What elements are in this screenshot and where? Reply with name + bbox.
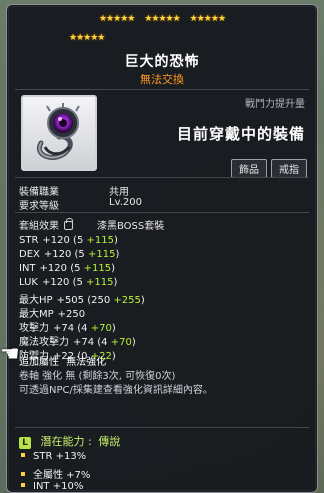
stat-name: DEX: [19, 249, 40, 260]
divider: [15, 427, 309, 428]
stat-row: 魔法攻擊力 +74 (4 +70): [19, 333, 136, 348]
category-tags: 飾品 戒指: [231, 159, 307, 178]
stat-value: +120 (5: [41, 277, 87, 288]
divider: [15, 212, 309, 213]
level-value: Lv.200: [109, 197, 142, 208]
level-label: 要求等級: [19, 201, 59, 212]
lock-icon: [64, 218, 74, 230]
potential-line: INT +10%: [21, 481, 83, 492]
level-row: 要求等級 Lv.200: [19, 197, 142, 212]
star-icon-group: ★★★★★: [189, 14, 226, 24]
trade-restriction: 無法交換: [140, 73, 184, 86]
item-tooltip: ★★★★★ ★★★★★ ★★★★★ ★★★★★ 巨大的恐怖 無法交換 戰鬥力提升…: [6, 4, 318, 493]
stat-close: ): [140, 295, 145, 306]
potential-line-text: INT +10%: [33, 481, 84, 492]
bullet-icon: [21, 483, 25, 487]
stat-value: +120 (5: [42, 235, 87, 246]
stat-bonus: +115: [83, 263, 112, 274]
job-row: 裝備職業 共用: [19, 183, 129, 198]
stat-value: +120 (5: [39, 263, 84, 274]
stat-close: ): [131, 337, 136, 348]
power-increase-label: 戰鬥力提升量: [245, 99, 305, 110]
stat-close: ): [113, 277, 118, 288]
star-icon-group: ★★★★★: [98, 14, 135, 24]
scroll-info: 卷軸 強化 無 (剩餘3次, 可恢復0次): [19, 371, 176, 382]
stat-row: DEX +120 (5 +115): [19, 249, 119, 260]
bullet-icon: [21, 453, 25, 457]
tag-ring: 戒指: [271, 159, 307, 178]
set-effect-label: 套組效果: [19, 221, 59, 232]
stat-close: ): [115, 249, 120, 260]
stat-name: STR: [19, 235, 39, 246]
stat-row: 最大MP +250: [19, 305, 85, 320]
stat-bonus: +255: [113, 295, 141, 306]
star-icon-group: ★★★★★: [144, 14, 180, 24]
additional-attr-row: 追加屬性 無法強化: [19, 353, 106, 368]
enhance-note: 可透過NPC/採集建查看強化資訊詳細內容。: [19, 385, 213, 396]
current-equipped-label: 目前穿戴中的裝備: [176, 125, 305, 143]
star-force-row-2: ★★★★★: [7, 33, 317, 43]
set-effect-value: 漆黑BOSS套裝: [97, 221, 165, 232]
stat-close: ): [111, 263, 116, 274]
tag-accessory: 飾品: [231, 159, 267, 178]
stat-name: LUK: [19, 277, 38, 288]
stat-close: ): [113, 235, 118, 246]
job-label: 裝備職業: [19, 187, 59, 198]
item-name: 巨大的恐怖: [124, 54, 200, 70]
star-icon-group: ★★★★★: [69, 33, 105, 43]
item-icon-frame: [21, 95, 97, 171]
divider: [15, 89, 309, 90]
potential-line: STR +13%: [21, 451, 86, 462]
stat-row: INT +120 (5 +115): [19, 263, 115, 274]
stat-bonus: +115: [86, 277, 114, 288]
potential-label: 潛在能力 :: [40, 435, 92, 448]
stat-close: ): [111, 351, 116, 362]
stat-bonus: +115: [87, 249, 116, 260]
stat-row: 攻擊力 +74 (4 +70): [19, 319, 116, 334]
ring-icon: [36, 103, 80, 160]
potential-grade: 傳說: [98, 435, 121, 448]
potential-header: L 潛在能力 : 傳說: [19, 433, 120, 449]
stat-row: STR +120 (5 +115): [19, 235, 118, 246]
stat-value: +120 (5: [43, 249, 88, 260]
stat-row: LUK +120 (5 +115): [19, 277, 117, 288]
stat-name: INT: [19, 263, 36, 274]
potential-line-text: 全屬性 +7%: [33, 470, 91, 481]
hand-cursor-icon: ☚: [0, 342, 20, 367]
stat-row: 最大HP +505 (250 +255): [19, 291, 145, 306]
stat-bonus: +115: [86, 235, 114, 246]
star-force-row-1: ★★★★★ ★★★★★ ★★★★★: [7, 14, 317, 24]
bullet-icon: [21, 472, 25, 476]
potential-grade-icon: L: [19, 437, 31, 449]
set-effect-row: 套組效果 漆黑BOSS套裝: [19, 217, 164, 232]
potential-line-text: STR +13%: [33, 451, 87, 462]
potential-line: 全屬性 +7%: [21, 466, 90, 481]
divider: [15, 177, 309, 178]
job-value: 共用: [109, 187, 129, 198]
